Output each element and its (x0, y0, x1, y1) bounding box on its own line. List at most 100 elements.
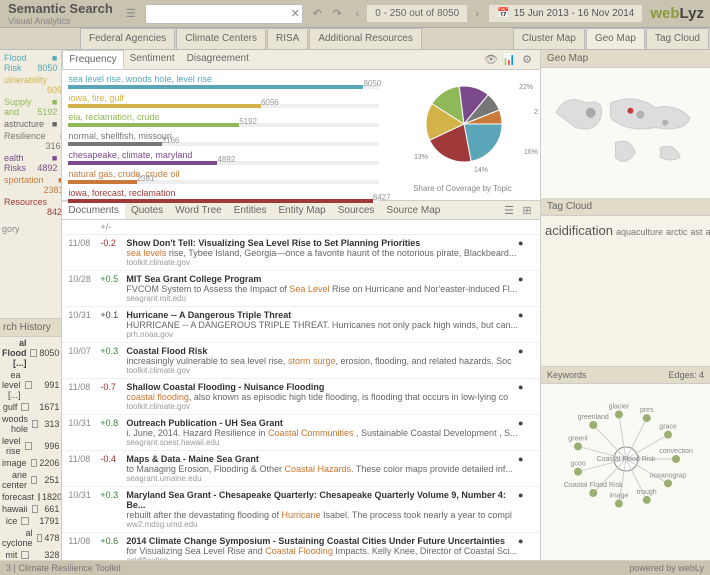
svg-text:greenl: greenl (568, 435, 588, 442)
document-row[interactable]: 11/08-0.2Show Don't Tell: Visualizing Se… (62, 235, 540, 271)
tag[interactable]: average (706, 227, 710, 237)
tag-cloud: acidificationaquaculturearcticastaverage… (541, 216, 710, 366)
left-sidebar: Flood Risk■ 8050ulnerability■ 6096Supply… (0, 50, 62, 560)
history-row[interactable]: hawaii661 (0, 503, 61, 515)
footer: 3 | Climate Resilience Toolkit powered b… (0, 561, 710, 575)
clear-icon[interactable]: ✕ (288, 7, 302, 21)
doc-tab[interactable]: Entity Map (272, 202, 331, 219)
undo-icon[interactable]: ↶ (310, 7, 324, 21)
source-tab[interactable]: Federal Agencies (80, 28, 175, 49)
document-row[interactable]: 11/08-0.4Maps & Data - Maine Sea Grantto… (62, 451, 540, 487)
history-row[interactable]: ice1791 (0, 515, 61, 527)
document-row[interactable]: 10/31+0.1Hurricane -- A Dangerous Triple… (62, 307, 540, 343)
brand-sub: Visual Analytics (8, 16, 113, 26)
svg-text:21%: 21% (534, 109, 539, 116)
viz-tab[interactable]: Cluster Map (513, 28, 585, 49)
topic-row[interactable]: sportation■ 2381 (2, 174, 59, 196)
freq-bar[interactable]: normal, shellfish, missouri3166 (68, 131, 379, 146)
history-row[interactable]: al cyclone478 (0, 527, 61, 549)
document-row[interactable]: 10/07+0.3Coastal Flood Riskincreasingly … (62, 343, 540, 379)
freq-bar[interactable]: iowa, fire, gulf6096 (68, 93, 379, 108)
topic-row[interactable]: ulnerability■ 6096 (2, 74, 59, 96)
footer-right: powered by webLy (629, 563, 704, 573)
keywords-graph[interactable]: convectionoceanograptroughimageCoastal F… (541, 384, 710, 560)
viz-tab[interactable]: Geo Map (586, 28, 645, 49)
grid-icon[interactable]: ⊞ (520, 203, 534, 217)
search-input[interactable] (146, 8, 289, 19)
tag[interactable]: acidification (545, 223, 613, 238)
eye-icon[interactable]: 👁 (484, 53, 498, 67)
topic-row[interactable]: ealth Risks■ 4892 (2, 152, 59, 174)
viz-tab[interactable]: Tag Cloud (646, 28, 709, 49)
list-icon[interactable]: ☰ (502, 203, 516, 217)
history-row[interactable]: forecast1820 (0, 491, 61, 503)
doc-tab[interactable]: Source Map (380, 202, 446, 219)
freq-bar[interactable]: eia, reclamation, crude5192 (68, 112, 379, 127)
tag[interactable]: arctic (666, 227, 688, 237)
tag-cloud-header: Tag Cloud (541, 198, 710, 216)
freq-bar[interactable]: natural gas, crude, crude oil2381 (68, 169, 379, 184)
history-row[interactable]: mit328 (0, 549, 61, 560)
history-row[interactable]: ane center251 (0, 469, 61, 491)
source-tab[interactable]: Additional Resources (309, 28, 422, 49)
bar-chart-icon[interactable]: 📊 (502, 53, 516, 67)
freq-bar[interactable]: iowa, forecast, reclamation8427 (68, 188, 379, 203)
doc-tab[interactable]: Word Tree (169, 202, 228, 219)
svg-text:convection: convection (659, 448, 693, 455)
prev-page-icon[interactable]: ‹ (350, 7, 364, 21)
topic-row[interactable]: astructure■ (2, 118, 59, 130)
settings-icon[interactable]: ⚙ (520, 53, 534, 67)
doc-tab[interactable]: Documents (62, 202, 125, 219)
geo-map[interactable] (541, 68, 710, 198)
col-date (68, 222, 100, 232)
document-row[interactable]: 11/08+0.62014 Climate Change Symposium -… (62, 533, 540, 560)
history-row[interactable]: image2206 (0, 457, 61, 469)
center-panel: FrequencySentimentDisagreement 👁 📊 ⚙ sea… (62, 50, 540, 560)
history-row[interactable]: gulf1671 (0, 401, 61, 413)
svg-text:16%: 16% (524, 149, 538, 156)
search-history-header: rch History (0, 318, 61, 337)
document-row[interactable]: 11/08-0.7Shallow Coastal Flooding - Nuis… (62, 379, 540, 415)
history-row[interactable]: level rise996 (0, 435, 61, 457)
freq-tab[interactable]: Disagreement (181, 50, 255, 69)
top-bar: Semantic Search Visual Analytics ☰ ✕ ↶ ↷… (0, 0, 710, 28)
topic-row[interactable]: Flood Risk■ 8050 (2, 52, 59, 74)
doc-tab[interactable]: Sources (332, 202, 381, 219)
freq-tab[interactable]: Sentiment (124, 50, 181, 69)
footer-left: 3 | Climate Resilience Toolkit (6, 563, 121, 573)
history-row[interactable]: ea level [...]991 (0, 369, 61, 401)
source-tab[interactable]: RISA (267, 28, 308, 49)
topic-row[interactable]: Supply and■ 5192 (2, 96, 59, 118)
freq-bar[interactable]: sea level rise, woods hole, level rise80… (68, 74, 379, 89)
svg-text:gcoo: gcoo (570, 461, 585, 468)
svg-text:22%: 22% (519, 84, 533, 91)
svg-text:oceanograp: oceanograp (650, 472, 687, 479)
keywords-edges: Edges: 4 (668, 370, 704, 380)
freq-tab[interactable]: Frequency (62, 50, 123, 69)
history-row[interactable]: al Flood [...]8050 (0, 337, 61, 369)
filter-icon[interactable]: ☰ (124, 7, 138, 21)
svg-text:Coastal Flood Risk: Coastal Flood Risk (564, 482, 623, 489)
keywords-header: Keywords Edges: 4 (541, 366, 710, 384)
date-range-button[interactable]: 📅 15 Jun 2013 - 16 Nov 2014 (489, 5, 642, 22)
doc-tab[interactable]: Quotes (125, 202, 169, 219)
svg-text:Coastal Flood Risk: Coastal Flood Risk (597, 456, 656, 463)
next-page-icon[interactable]: › (470, 7, 484, 21)
document-row[interactable]: 10/28+0.5MIT Sea Grant College ProgramFV… (62, 271, 540, 307)
redo-icon[interactable]: ↷ (330, 7, 344, 21)
doc-tab[interactable]: Entities (228, 202, 273, 219)
source-tab[interactable]: Climate Centers (176, 28, 266, 49)
freq-bar[interactable]: chesapeake, climate, maryland4892 (68, 150, 379, 165)
document-row[interactable]: 10/31+0.3Maryland Sea Grant - Chesapeake… (62, 487, 540, 533)
topic-row[interactable]: Resources■ 8427 (2, 196, 59, 218)
result-range: 0 - 250 out of 8050 (367, 5, 467, 22)
document-row[interactable]: 10/31+0.8Outreach Publication - UH Sea G… (62, 415, 540, 451)
tag[interactable]: ast (691, 227, 703, 237)
source-tabs-row: Federal AgenciesClimate CentersRISAAddit… (0, 28, 710, 50)
document-tabs: DocumentsQuotesWord TreeEntitiesEntity M… (62, 200, 540, 220)
tag[interactable]: aquaculture (616, 227, 663, 237)
col-body (126, 222, 534, 232)
topic-row[interactable]: Resilience■ 3166 (2, 130, 59, 152)
col-score: +/- (100, 222, 126, 232)
history-row[interactable]: woods hole313 (0, 413, 61, 435)
